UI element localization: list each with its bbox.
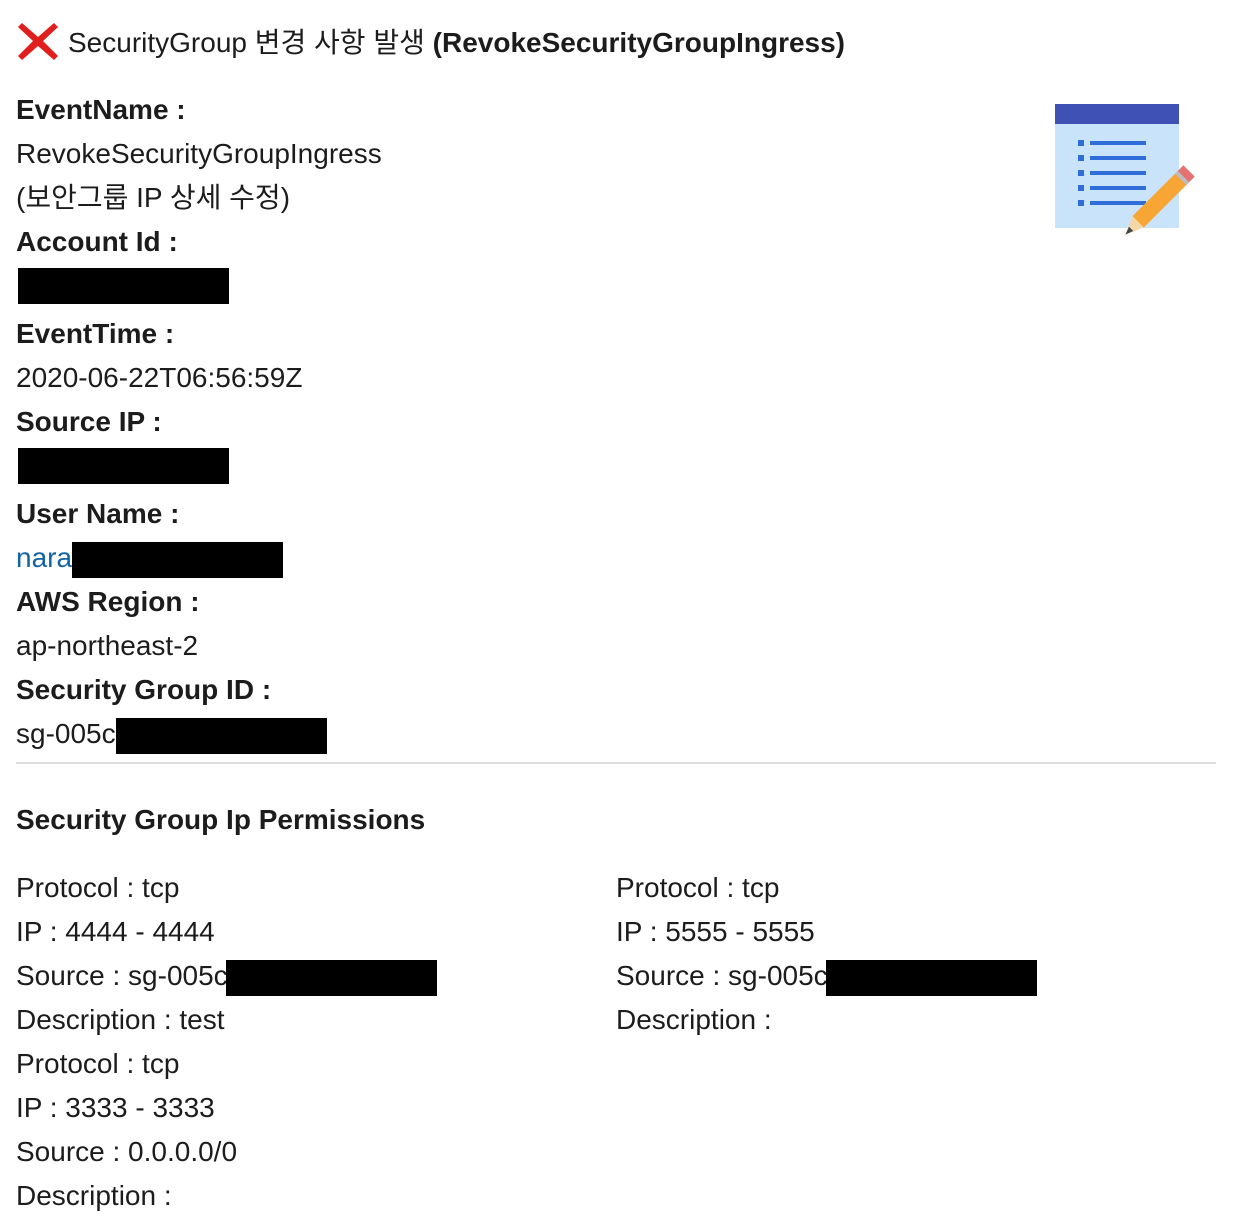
user-name-label: User Name : [16, 498, 180, 529]
permissions-title: Security Group Ip Permissions [16, 804, 426, 835]
permission-source-text: Source : sg-005cc [616, 960, 842, 991]
permission-source-text: Source : sg-005cc [16, 960, 242, 991]
permission-ip: IP : 3333 - 3333 [16, 1092, 215, 1123]
event-name-label: EventName : [16, 94, 186, 125]
event-name-description: (보안그룹 IP 상세 수정) [16, 182, 291, 213]
event-time-label: EventTime : [16, 318, 175, 349]
permission-ip: IP : 5555 - 5555 [616, 916, 815, 947]
redaction-bar [72, 541, 284, 578]
aws-region-value: ap-northeast-2 [16, 630, 199, 661]
redaction-bar [18, 268, 229, 304]
account-id-value [16, 268, 1016, 312]
permission-source: Source : 0.0.0.0/0 [16, 1136, 238, 1167]
source-ip-value [16, 448, 1016, 492]
section-divider [16, 762, 1216, 764]
event-name-value: RevokeSecurityGroupIngress [16, 138, 382, 169]
permission-source: Source : sg-005cc [16, 954, 437, 998]
alert-title-prefix: SecurityGroup 변경 사항 발생 [68, 27, 433, 58]
permission-description: Description : [616, 1004, 772, 1035]
permission-protocol: Protocol : tcp [16, 1048, 180, 1079]
security-group-id-text: sg-005cc [16, 718, 130, 749]
redaction-bar [115, 717, 327, 754]
account-id-label: Account Id : [16, 226, 178, 257]
alert-title: SecurityGroup 변경 사항 발생 (RevokeSecurityGr… [68, 21, 845, 61]
event-time-value: 2020-06-22T06:56:59Z [16, 362, 303, 393]
permission-protocol: Protocol : tcp [616, 872, 780, 903]
redaction-bar [825, 959, 1037, 996]
source-ip-label: Source IP : [16, 406, 162, 437]
permission-description: Description : test [16, 1004, 225, 1035]
message-header: SecurityGroup 변경 사항 발생 (RevokeSecurityGr… [16, 18, 845, 64]
user-name-value[interactable]: narac [16, 536, 1016, 580]
permission-ip: IP : 4444 - 4444 [16, 916, 215, 947]
document-edit-icon [1055, 104, 1195, 235]
permission-protocol: Protocol : tcp [16, 872, 180, 903]
x-icon [18, 23, 58, 60]
alert-title-event: (RevokeSecurityGroupIngress) [432, 27, 845, 58]
permissions-column-left: Protocol : tcp IP : 4444 - 4444 Source :… [16, 866, 437, 1218]
event-fields: EventName : RevokeSecurityGroupIngress (… [16, 88, 1016, 756]
security-group-id-label: Security Group ID : [16, 674, 272, 705]
redaction-bar [18, 448, 229, 484]
permissions-column-right: Protocol : tcp IP : 5555 - 5555 Source :… [616, 866, 1037, 1042]
redaction-bar [225, 959, 437, 996]
permission-description: Description : [16, 1180, 172, 1211]
aws-region-label: AWS Region : [16, 586, 200, 617]
permission-source: Source : sg-005cc [616, 954, 1037, 998]
security-group-id-value: sg-005cc [16, 712, 1016, 756]
